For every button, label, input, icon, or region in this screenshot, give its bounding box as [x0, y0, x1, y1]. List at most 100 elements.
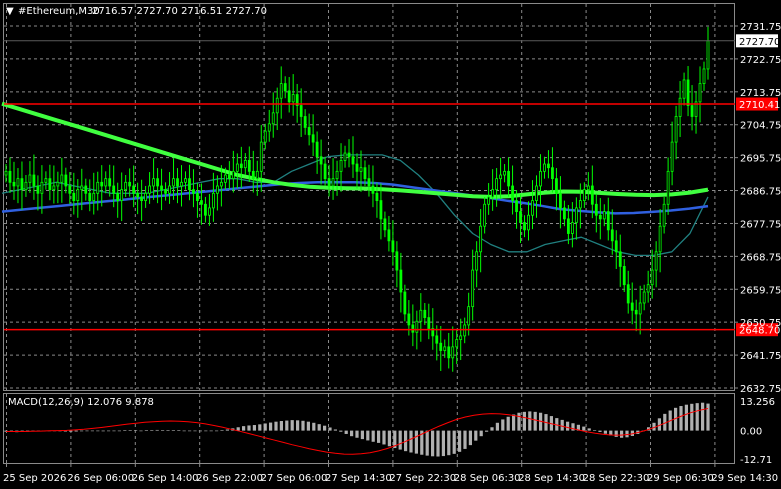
macd-bar	[463, 430, 467, 449]
candle-body	[578, 200, 582, 209]
macd-bar	[387, 430, 391, 447]
candle-body	[263, 130, 267, 143]
candle-body	[547, 163, 550, 169]
candle-body	[443, 346, 447, 351]
candle-body	[574, 207, 578, 223]
candle-body	[610, 229, 614, 242]
macd-bar	[587, 428, 591, 431]
candle-body	[24, 181, 28, 191]
candle-body	[455, 339, 459, 348]
candle-body	[215, 185, 219, 194]
macd-bar	[204, 430, 208, 432]
candle-body	[351, 156, 355, 165]
x-tick-label: 26 Sep 22:00	[196, 473, 263, 484]
macd-bar	[128, 430, 132, 431]
macd-bar	[247, 425, 251, 431]
candle-body	[511, 185, 514, 202]
candle-body	[16, 178, 20, 187]
macd-bar	[360, 430, 364, 440]
macd-bar	[490, 427, 494, 431]
candle-body	[323, 163, 327, 180]
candle-body	[64, 174, 68, 187]
candle-body	[543, 163, 546, 172]
macd-bar	[90, 430, 94, 432]
candle-body	[531, 200, 534, 216]
ohlc-label: 2716.57 2727.70 2716.51 2727.70	[92, 6, 267, 17]
candle-body	[136, 192, 140, 198]
candle-body	[634, 309, 638, 315]
x-tick-label: 27 Sep 06:00	[261, 473, 328, 484]
symbol-label: #Ethereum,M30	[18, 6, 100, 17]
candle-body	[698, 83, 702, 103]
macd-bar	[85, 430, 89, 432]
candle-body	[507, 170, 510, 187]
macd-y-tick-label: 0.00	[740, 427, 762, 438]
macd-bar	[706, 403, 710, 431]
macd-title: MACD(12,26,9) 12.076 9.878	[8, 397, 154, 408]
macd-y-tick-label: 13.256	[740, 397, 775, 408]
candle-body	[108, 178, 112, 187]
candle-body	[527, 214, 530, 231]
macd-bar	[242, 426, 246, 431]
candle-body	[479, 225, 483, 253]
macd-bar	[182, 430, 186, 432]
candle-body	[8, 170, 12, 183]
macd-bar	[317, 424, 321, 431]
macd-bar	[501, 419, 505, 431]
macd-bar	[614, 430, 618, 437]
candle-body	[104, 178, 108, 187]
candle-body	[570, 222, 574, 234]
candle-body	[299, 105, 303, 117]
candle-body	[164, 189, 167, 194]
macd-bar	[409, 430, 413, 453]
macd-bar	[139, 430, 143, 432]
candle-body	[56, 181, 60, 187]
y-tick-label: 2722.75	[740, 55, 781, 66]
macd-bar	[382, 430, 386, 445]
candle-body	[279, 83, 283, 99]
candle-body	[582, 189, 586, 202]
candle-body	[411, 324, 415, 333]
macd-bar	[144, 430, 148, 431]
candle-body	[690, 105, 694, 117]
trading-chart[interactable]: 2710.412648.70 2731.752722.752713.752704…	[0, 0, 781, 489]
candle-body	[654, 251, 658, 271]
macd-bar	[161, 430, 165, 431]
collapse-arrow-icon[interactable]: ▼	[6, 6, 14, 17]
candle-body	[551, 167, 554, 180]
y-tick-label: 2659.75	[740, 285, 781, 296]
candle-body	[200, 200, 203, 205]
macd-bar	[620, 430, 624, 438]
macd-bar	[225, 429, 229, 431]
candle-body	[626, 284, 630, 304]
macd-bar	[690, 403, 694, 431]
candle-body	[112, 185, 116, 194]
candle-body	[614, 240, 618, 253]
macd-bar	[285, 420, 289, 431]
candle-body	[52, 185, 56, 191]
x-tick-label: 28 Sep 06:30	[454, 473, 521, 484]
candle-body	[379, 200, 383, 220]
candle-body	[40, 181, 44, 194]
candle-body	[539, 170, 542, 187]
candle-body	[586, 185, 590, 191]
candle-body	[231, 170, 235, 180]
candle-body	[192, 189, 195, 194]
candle-body	[327, 178, 331, 187]
candle-body	[407, 313, 411, 326]
macd-bar	[220, 430, 224, 431]
candle-body	[343, 152, 347, 161]
candle-body	[642, 291, 646, 304]
x-tick-label: 27 Sep 14:30	[325, 473, 392, 484]
candle-body	[347, 152, 351, 158]
macd-bar	[441, 430, 445, 457]
macd-bar	[447, 430, 451, 456]
y-tick-label: 2686.75	[740, 187, 781, 198]
macd-bar	[517, 412, 521, 431]
candle-body	[287, 90, 291, 103]
macd-bar	[522, 411, 526, 431]
candle-body	[706, 40, 710, 70]
candle-body	[355, 163, 359, 172]
macd-bar	[485, 430, 489, 432]
macd-bar	[279, 421, 283, 431]
